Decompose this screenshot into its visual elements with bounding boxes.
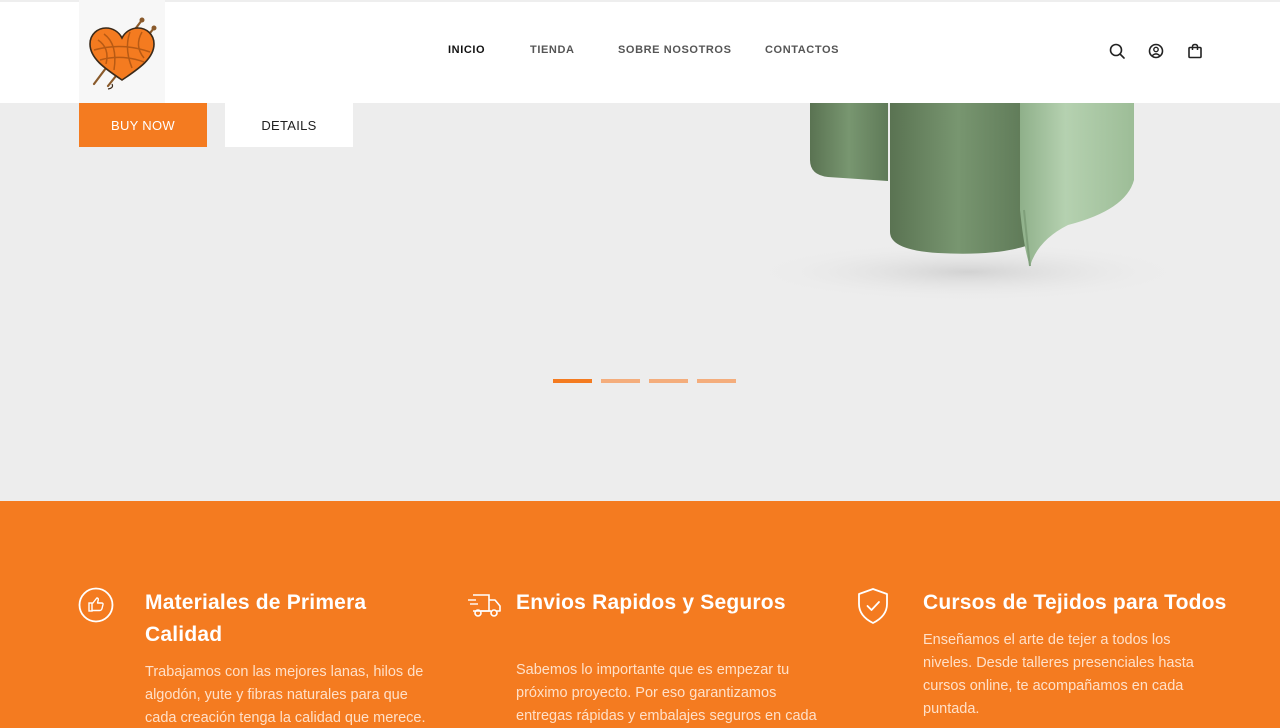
slider-dot-1[interactable] [553,379,592,383]
feature-title-courses: Cursos de Tejidos para Todos [923,591,1227,614]
thumbs-up-icon [78,587,114,628]
buy-now-button[interactable]: BUY NOW [79,103,207,147]
nav-sobre-nosotros[interactable]: SOBRE NOSOTROS [618,44,732,56]
nav-contactos[interactable]: CONTACTOS [765,44,839,56]
feature-text-courses: Enseñamos el arte de tejer a todos los n… [923,632,1194,717]
features-band: Materiales de Primera Calidad Trabajamos… [0,501,1280,728]
nav-inicio[interactable]: INICIO [448,44,485,56]
delivery-truck-icon [467,589,503,626]
site-logo[interactable] [79,0,165,103]
slider-dot-2[interactable] [601,379,640,383]
slider-dot-4[interactable] [697,379,736,383]
shield-check-icon [856,587,890,630]
account-icon[interactable] [1147,42,1165,60]
feature-title-quality: Materiales de Primera Calidad [145,591,367,646]
cart-bag-icon[interactable] [1186,42,1204,60]
nav-tienda[interactable]: TIENDA [530,44,575,56]
header-divider [0,0,1280,2]
feature-text-shipping: Sabemos lo importante que es empezar tu … [516,662,817,724]
yarn-heart-logo-icon [89,17,157,90]
details-button[interactable]: DETAILS [225,103,353,147]
feature-text-quality: Trabajamos con las mejores lanas, hilos … [145,664,426,726]
slider-dot-3[interactable] [649,379,688,383]
feature-title-shipping: Envios Rapidos y Seguros [516,591,786,614]
search-icon[interactable] [1108,42,1126,60]
site-header: INICIO TIENDA SOBRE NOSOTROS CONTACTOS [0,0,1280,103]
